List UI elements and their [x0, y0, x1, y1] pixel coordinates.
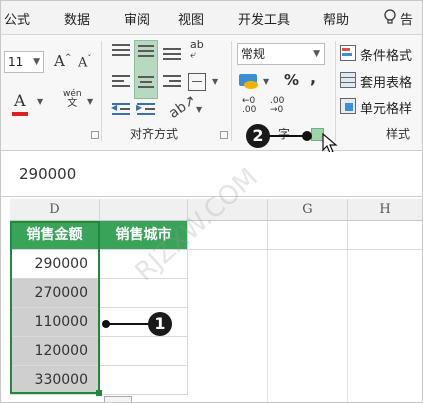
ribbon-separator — [335, 41, 336, 141]
phonetic-guide-button[interactable]: wén 文 — [63, 89, 82, 109]
conditional-format-button[interactable]: 条件格式 — [360, 45, 412, 64]
formula-bar-value[interactable]: 290000 — [19, 165, 76, 183]
decrease-indent-icon[interactable]: ◀ — [111, 101, 131, 119]
comma-style-button[interactable]: , — [310, 68, 316, 87]
tab-tell-me[interactable]: 告 — [400, 9, 413, 28]
grow-font-button[interactable]: A^ — [54, 52, 72, 70]
cell-styles-button[interactable]: 单元格样 — [360, 98, 412, 117]
number-format-dropdown[interactable]: 常规 ▼ — [237, 43, 325, 65]
ribbon-separator — [231, 41, 232, 141]
chevron-down-icon[interactable]: ▼ — [196, 105, 202, 114]
number-group-label: 字 — [278, 127, 291, 141]
tab-data[interactable]: 数据 — [64, 9, 90, 28]
tab-help[interactable]: 帮助 — [323, 9, 349, 28]
merge-center-icon[interactable] — [188, 73, 206, 91]
callout-line — [269, 135, 305, 137]
format-as-table-icon[interactable] — [340, 72, 356, 88]
shrink-font-button[interactable]: Aˇ — [78, 54, 91, 70]
ribbon-separator — [101, 41, 102, 141]
gridline — [267, 250, 268, 403]
table-cell-city[interactable] — [100, 337, 188, 366]
font-color-button[interactable]: A — [12, 91, 28, 116]
column-header-h[interactable]: H — [348, 199, 423, 221]
callout-badge-2: 2 — [246, 124, 270, 148]
quick-analysis-button[interactable] — [104, 396, 132, 403]
orientation-icon[interactable]: ab↗ — [166, 92, 199, 122]
tab-view[interactable]: 视图 — [178, 9, 204, 28]
callout-dot — [302, 131, 312, 141]
lightbulb-icon[interactable] — [383, 9, 397, 29]
callout-badge-1: 1 — [148, 312, 172, 336]
callout-line — [108, 323, 150, 325]
dialog-launcher-icon[interactable] — [91, 131, 99, 139]
ribbon-tabs: 公式 数据 审阅 视图 开发工具 帮助 告 — [0, 0, 423, 35]
font-color-swatch — [12, 112, 28, 116]
ribbon-panel: 11 ▼ A^ Aˇ A ▼ wén 文 ▼ ab ⤶ ▼ ◀ ▶ ab↗ ▼ … — [0, 35, 423, 154]
cell-styles-icon[interactable] — [340, 98, 356, 114]
number-format-value: 常规 — [241, 47, 266, 61]
align-bottom-icon[interactable] — [162, 42, 182, 62]
column-header-e[interactable] — [100, 199, 188, 221]
chevron-down-icon: ▼ — [313, 49, 320, 59]
conditional-format-icon[interactable] — [340, 45, 356, 61]
table-cell-city[interactable] — [100, 279, 188, 308]
table-cell[interactable] — [268, 221, 348, 250]
table-cell[interactable] — [348, 221, 423, 250]
align-top-icon[interactable] — [111, 42, 131, 62]
column-header-d[interactable]: D — [10, 199, 100, 221]
decrease-decimal-button[interactable]: .00 →0 — [270, 97, 284, 115]
column-header-g[interactable]: G — [268, 199, 348, 221]
chevron-down-icon[interactable]: ▼ — [87, 97, 93, 106]
tab-review[interactable]: 审阅 — [124, 9, 150, 28]
percent-button[interactable]: % — [284, 71, 299, 89]
currency-icon[interactable] — [239, 72, 259, 89]
align-middle-icon[interactable] — [134, 40, 158, 99]
selection-border — [10, 221, 100, 394]
chevron-down-icon[interactable]: ▼ — [212, 77, 218, 86]
fill-handle[interactable] — [96, 390, 102, 396]
increase-indent-icon[interactable]: ▶ — [136, 101, 156, 119]
align-right-icon[interactable] — [162, 73, 182, 93]
increase-decimal-button[interactable]: ←0 .00 — [242, 97, 256, 115]
tab-formulas[interactable]: 公式 — [4, 9, 30, 28]
dialog-launcher-icon[interactable] — [220, 131, 228, 139]
align-left-icon[interactable] — [111, 73, 131, 93]
chevron-down-icon[interactable]: ▼ — [263, 77, 269, 86]
tab-developer[interactable]: 开发工具 — [238, 9, 290, 28]
alignment-group-label: 对齐方式 — [130, 127, 179, 141]
font-size-dropdown[interactable]: 11 ▼ — [4, 51, 44, 73]
chevron-down-icon[interactable]: ▼ — [37, 97, 43, 106]
chevron-down-icon: ▼ — [33, 57, 40, 67]
format-as-table-button[interactable]: 套用表格 — [360, 72, 412, 91]
font-size-value: 11 — [8, 55, 24, 69]
styles-group-label: 样式 — [386, 127, 411, 141]
wrap-text-icon[interactable]: ab ⤶ — [190, 39, 204, 60]
table-cell-city[interactable] — [100, 366, 188, 395]
gridline — [347, 250, 348, 403]
